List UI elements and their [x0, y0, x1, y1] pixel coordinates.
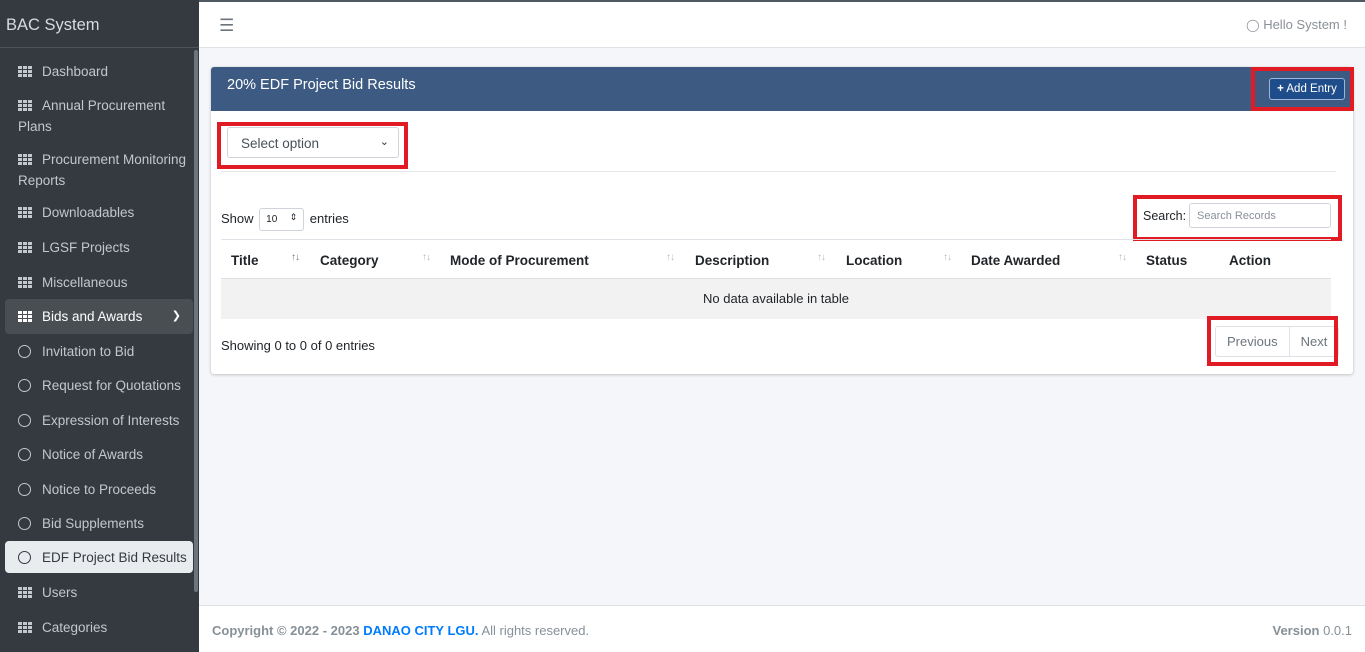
- grid-icon: [18, 205, 34, 224]
- sidebar-item-label: Users: [42, 585, 78, 600]
- circle-icon: [18, 482, 34, 501]
- sidebar-item-label: Miscellaneous: [42, 275, 128, 290]
- sidebar-item-label: LGSF Projects: [42, 240, 130, 255]
- sidebar-scrollbar-thumb[interactable]: [194, 50, 198, 592]
- circle-icon: [18, 516, 34, 535]
- sidebar-item-invitation-to-bid[interactable]: Invitation to Bid: [5, 342, 193, 363]
- sort-icon[interactable]: ↑↓: [666, 252, 675, 263]
- footer-version: Version 0.0.1: [1272, 623, 1352, 638]
- version-value: 0.0.1: [1323, 623, 1352, 638]
- highlight-box-pagination: [1207, 316, 1338, 366]
- sort-icon[interactable]: ↑↓: [817, 252, 826, 263]
- grid-icon: [18, 620, 34, 639]
- grid-icon: [18, 585, 34, 604]
- table-info: Showing 0 to 0 of 0 entries: [221, 338, 375, 353]
- sidebar-item-miscellaneous[interactable]: Miscellaneous: [5, 273, 193, 294]
- page-title: 20% EDF Project Bid Results: [227, 77, 416, 93]
- sort-icon[interactable]: ↑↓: [943, 252, 952, 263]
- circle-icon: [18, 550, 34, 569]
- menu-toggle-icon[interactable]: ☰: [219, 16, 234, 36]
- user-icon: ◯: [1246, 18, 1260, 32]
- footer-copyright: Copyright © 2022 - 2023 DANAO CITY LGU. …: [212, 623, 589, 638]
- sort-icon[interactable]: ↑↓: [422, 252, 431, 263]
- sidebar-item-label: Expression of Interests: [42, 413, 180, 428]
- table-header: Title ↑↓ Category ↑↓ Mode of Procurement…: [221, 239, 1331, 279]
- version-label: Version: [1272, 623, 1320, 638]
- sidebar-item-edf-project-bid-results[interactable]: EDF Project Bid Results: [5, 541, 193, 573]
- sidebar-item-label: Categories: [42, 620, 108, 635]
- grid-icon: [18, 64, 34, 83]
- sidebar-item-expression-of-interests[interactable]: Expression of Interests: [5, 411, 193, 432]
- column-header-action: Action: [1229, 253, 1271, 268]
- circle-icon: [18, 447, 34, 466]
- sort-icon[interactable]: ↑↓: [1118, 252, 1127, 263]
- entries-length-select[interactable]: 10 ⇕: [259, 208, 305, 231]
- grid-icon: [18, 98, 34, 117]
- empty-table-row: No data available in table: [221, 279, 1331, 319]
- sidebar-item-label: Bids and Awards: [42, 309, 143, 324]
- sidebar-item-label: Bid Supplements: [42, 516, 145, 531]
- org-link[interactable]: DANAO CITY LGU.: [363, 623, 478, 638]
- user-greeting: Hello System !: [1263, 17, 1347, 32]
- chevron-down-icon: ❯: [171, 310, 181, 322]
- circle-icon: [18, 413, 34, 432]
- sidebar-item-dashboard[interactable]: Dashboard: [5, 62, 193, 83]
- copyright-text: Copyright © 2022 - 2023: [212, 623, 360, 638]
- sidebar-item-notice-to-proceeds[interactable]: Notice to Proceeds: [5, 480, 193, 501]
- column-header-title[interactable]: Title: [231, 253, 259, 268]
- updown-icon: ⇕: [289, 212, 298, 222]
- sidebar-item-downloadables[interactable]: Downloadables: [5, 203, 193, 224]
- sidebar-item-label: Request for Quotations: [42, 378, 181, 393]
- highlight-box-search: [1133, 195, 1342, 241]
- column-header-category[interactable]: Category: [320, 253, 379, 268]
- circle-icon: [18, 378, 34, 397]
- length-control: Show 10 ⇕ entries: [221, 208, 349, 231]
- column-header-mode-of-procurement[interactable]: Mode of Procurement: [450, 253, 589, 268]
- sidebar-item-label: Notice of Awards: [42, 447, 144, 462]
- highlight-box-select: [217, 122, 408, 169]
- circle-icon: [18, 344, 34, 363]
- column-header-status: Status: [1146, 253, 1188, 268]
- entries-label: entries: [309, 210, 349, 226]
- column-header-location[interactable]: Location: [846, 253, 902, 268]
- sidebar-item-procurement-monitoring-reports[interactable]: Procurement Monitoring Reports: [5, 150, 193, 190]
- grid-icon: [18, 240, 34, 259]
- grid-icon: [18, 309, 34, 328]
- sidebar-item-lgsf-projects[interactable]: LGSF Projects: [5, 238, 193, 259]
- column-header-description[interactable]: Description: [695, 253, 769, 268]
- sidebar-item-label: Dashboard: [42, 64, 109, 79]
- footer: Copyright © 2022 - 2023 DANAO CITY LGU. …: [199, 605, 1365, 652]
- grid-icon: [18, 275, 34, 294]
- show-label: Show: [221, 210, 254, 226]
- rights-text: All rights reserved.: [481, 623, 590, 638]
- sidebar-item-bids-and-awards[interactable]: Bids and Awards ❯: [5, 299, 193, 334]
- sidebar-item-label: Notice to Proceeds: [42, 482, 157, 497]
- sidebar-item-label: EDF Project Bid Results: [42, 550, 187, 565]
- sidebar-item-label: Downloadables: [42, 205, 135, 220]
- sidebar-item-request-for-quotations[interactable]: Request for Quotations: [5, 376, 193, 397]
- sidebar: BAC System Dashboard Annual Procurement …: [0, 0, 199, 652]
- sidebar-item-label: Procurement Monitoring Reports: [18, 152, 187, 188]
- column-header-date-awarded[interactable]: Date Awarded: [971, 253, 1060, 268]
- bid-results-card: 20% EDF Project Bid Results + Add Entry …: [211, 67, 1354, 374]
- sort-icon[interactable]: ↑↓: [291, 252, 300, 263]
- brand-title[interactable]: BAC System: [0, 0, 199, 48]
- highlight-box-add-entry: [1251, 67, 1354, 111]
- sidebar-item-annual-procurement-plans[interactable]: Annual Procurement Plans: [5, 96, 193, 136]
- user-menu[interactable]: ◯ Hello System !: [1246, 17, 1347, 32]
- sidebar-item-label: Invitation to Bid: [42, 344, 135, 359]
- sidebar-item-categories[interactable]: Categories: [5, 618, 193, 639]
- sidebar-item-bid-supplements[interactable]: Bid Supplements: [5, 514, 193, 535]
- sidebar-item-label: Annual Procurement Plans: [18, 98, 166, 134]
- top-navbar: ☰ ◯ Hello System !: [199, 2, 1365, 48]
- divider: [221, 171, 1336, 172]
- grid-icon: [18, 152, 34, 171]
- sidebar-item-users[interactable]: Users: [5, 583, 193, 604]
- entries-length-value: 10: [266, 214, 278, 225]
- card-header: 20% EDF Project Bid Results + Add Entry: [211, 67, 1353, 111]
- sidebar-item-notice-of-awards[interactable]: Notice of Awards: [5, 445, 193, 466]
